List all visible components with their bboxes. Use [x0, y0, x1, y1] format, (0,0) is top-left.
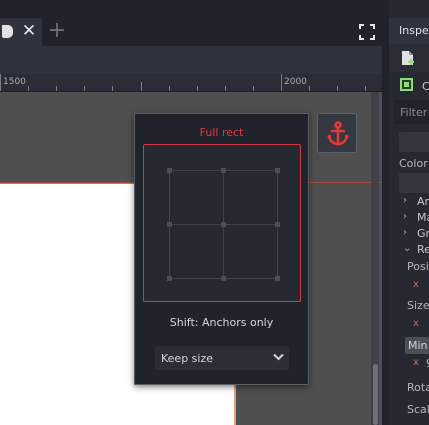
section-rect[interactable]: Re: [417, 243, 429, 256]
section-margin[interactable]: Ma: [417, 211, 429, 224]
scale-label: Scale: [407, 403, 429, 416]
scene-tab[interactable]: ✕: [0, 18, 42, 46]
horizontal-ruler: 1500 2000: [0, 74, 382, 92]
section-grow[interactable]: Gr: [417, 227, 429, 240]
color-field[interactable]: [399, 173, 429, 193]
node-name: C: [422, 80, 429, 93]
chevron-down-icon: [273, 353, 284, 361]
size-x-label: x: [413, 318, 419, 329]
preset-title: Full rect: [199, 126, 244, 139]
anchor-presets-button[interactable]: [317, 113, 357, 153]
chevron-right-icon: ›: [403, 195, 407, 206]
shift-hint: Shift: Anchors only: [169, 316, 274, 329]
size-label: Size: [407, 299, 429, 312]
filter-placeholder: Filter: [400, 106, 428, 119]
filter-input[interactable]: Filter: [394, 100, 429, 124]
ruler-ticks: [0, 74, 366, 91]
canvas-toolbar: [0, 46, 382, 74]
size-mode-select[interactable]: Keep size: [155, 346, 289, 370]
distraction-free-icon[interactable]: [359, 24, 375, 40]
anchor-presets-popup: Full rect Shift: Anchors only Keep size: [134, 113, 309, 385]
new-resource-icon[interactable]: [401, 50, 415, 66]
color-label: Color: [399, 157, 428, 170]
scene-tab-bar: ✕ +: [0, 0, 386, 46]
anchor-grid: [167, 168, 280, 281]
rotation-label: Rota: [407, 381, 429, 394]
script-icon: [2, 25, 13, 38]
ruler-label-1500: 1500: [3, 77, 26, 87]
position-x-label: x: [413, 279, 419, 290]
plus-icon[interactable]: +: [47, 20, 67, 42]
size-mode-value: Keep size: [161, 352, 214, 365]
anchor-icon: [327, 121, 349, 146]
min-size-label: Min: [408, 339, 428, 352]
min-x-label: x: [413, 357, 419, 368]
ruler-label-2000: 2000: [284, 77, 307, 87]
viewport-scrollbar-thumb[interactable]: [373, 364, 378, 425]
dock-separator[interactable]: [382, 0, 389, 425]
close-icon[interactable]: ✕: [20, 21, 38, 41]
editor-window: ✕ + 1500 2000 Full rect Shift: Anchors o…: [0, 0, 429, 425]
control-node-icon: [400, 78, 413, 91]
section-anchor[interactable]: An: [417, 195, 429, 208]
chevron-down-icon: ⌄: [403, 243, 412, 254]
property-field[interactable]: [399, 132, 429, 152]
full-rect-preset[interactable]: [143, 144, 301, 302]
inspector-tab[interactable]: Inspec: [389, 18, 429, 44]
inspector-dock: Inspec C Filter Color › An › Ma › Gr ⌄ R…: [389, 0, 429, 425]
inspector-tab-label: Inspec: [399, 24, 429, 37]
position-label: Positi: [407, 260, 429, 273]
chevron-right-icon: ›: [403, 227, 407, 238]
chevron-right-icon: ›: [403, 211, 407, 222]
